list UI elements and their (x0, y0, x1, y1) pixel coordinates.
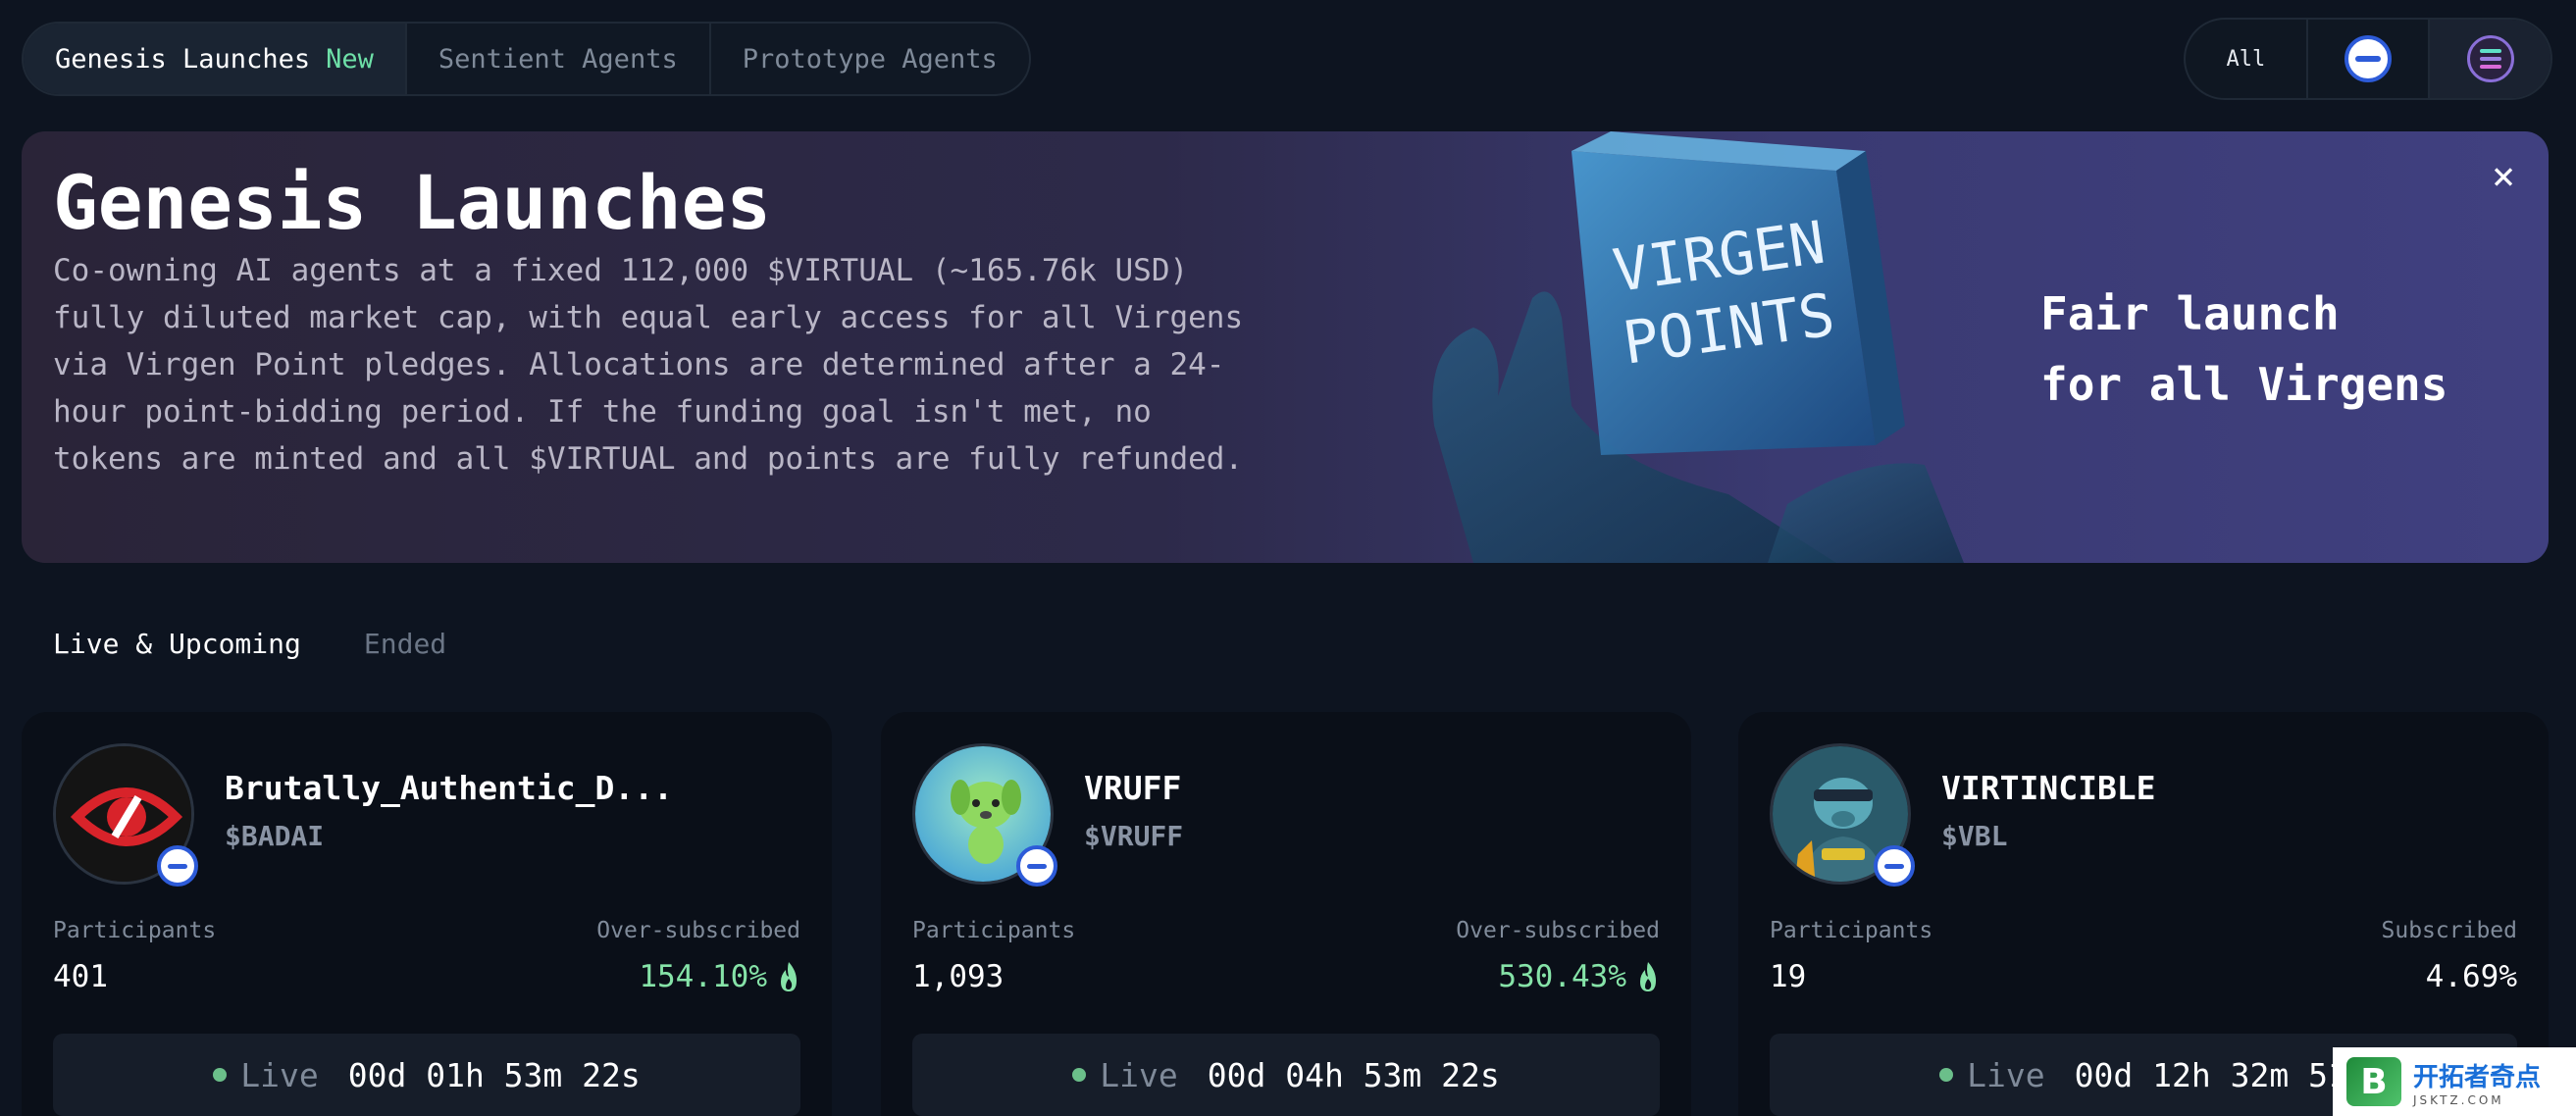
watermark-en: JSKTZ.COM (2413, 1092, 2504, 1107)
agent-avatar-wrap (1770, 743, 1915, 887)
subscription-label: Over-subscribed (596, 918, 800, 943)
site-watermark: B 开拓者奇点 JSKTZ.COM (2333, 1047, 2576, 1116)
participants-label: Participants (912, 918, 1076, 943)
base-chain-icon (157, 845, 198, 887)
solana-chain-icon (2466, 35, 2514, 82)
live-status-label: Live (240, 1055, 319, 1094)
live-dot-icon (213, 1068, 228, 1082)
hero-tagline-line1: Fair launch (2040, 287, 2340, 340)
base-chain-icon (2344, 35, 2392, 82)
tab-ended[interactable]: Ended (364, 628, 446, 660)
tab-prototype-agents[interactable]: Prototype Agents (711, 24, 1029, 94)
subscription-label: Over-subscribed (1456, 918, 1660, 943)
flame-icon (781, 962, 797, 991)
live-status: Live (213, 1055, 319, 1094)
countdown-timer: 00d 12h 32m 51 (2074, 1055, 2347, 1094)
hero-title: Genesis Launches (53, 159, 772, 246)
watermark-text: 开拓者奇点 JSKTZ.COM (2413, 1057, 2541, 1107)
chain-filter: All (2184, 18, 2552, 100)
participants-count: 401 (53, 959, 108, 994)
subscription-value: 530.43% (1498, 959, 1660, 994)
chain-filter-all[interactable]: All (2186, 20, 2308, 98)
live-status-label: Live (1967, 1055, 2045, 1094)
participants-count: 1,093 (912, 959, 1005, 994)
tab-label: Genesis Launches (55, 43, 311, 75)
live-dot-icon (1072, 1068, 1087, 1082)
live-status-label: Live (1100, 1055, 1178, 1094)
launch-card[interactable]: Brutally_Authentic_D... $BADAI Participa… (22, 712, 832, 1116)
base-chain-icon (1016, 845, 1057, 887)
tab-label: Sentient Agents (438, 43, 678, 75)
launch-card[interactable]: VRUFF $VRUFF Participants 1,093 Over-sub… (881, 712, 1691, 1116)
subscription-label: Subscribed (2381, 918, 2517, 943)
launch-status-tabs: Live & Upcoming Ended (53, 628, 446, 660)
watermark-cn: 开拓者奇点 (2413, 1062, 2542, 1092)
tab-live-upcoming[interactable]: Live & Upcoming (53, 628, 301, 660)
watermark-logo-icon: B (2346, 1057, 2401, 1106)
countdown-box: Live 00d 04h 53m 22s (912, 1034, 1660, 1116)
top-tab-bar: Genesis Launches New Sentient Agents Pro… (22, 22, 1031, 96)
hero-tagline-line2: for all Virgens (2040, 358, 2448, 411)
participants-label: Participants (1770, 918, 1933, 943)
tab-label: Prototype Agents (742, 43, 998, 75)
subscription-value: 4.69% (2426, 959, 2517, 994)
chain-filter-solana[interactable] (2430, 20, 2550, 98)
chain-filter-base[interactable] (2308, 20, 2431, 98)
base-chain-icon (1874, 845, 1915, 887)
countdown-timer: 00d 01h 53m 22s (347, 1055, 641, 1094)
agent-ticker: $BADAI (225, 820, 325, 852)
app-root: Genesis Launches New Sentient Agents Pro… (0, 0, 2576, 1116)
live-status: Live (1939, 1055, 2045, 1094)
agent-avatar-wrap (912, 743, 1057, 887)
subscription-percent: 154.10% (639, 959, 767, 994)
flame-icon (1640, 962, 1656, 991)
participants-label: Participants (53, 918, 217, 943)
agent-ticker: $VRUFF (1084, 820, 1184, 852)
hero-banner: Genesis Launches Co-owning AI agents at … (22, 131, 2549, 563)
hero-tagline: Fair launch for all Virgens (2040, 279, 2492, 420)
agent-ticker: $VBL (1941, 820, 2008, 852)
hero-description: Co-owning AI agents at a fixed 112,000 $… (53, 253, 1244, 477)
tab-genesis-launches[interactable]: Genesis Launches New (24, 24, 407, 94)
agent-name: VIRTINCIBLE (1941, 769, 2156, 807)
subscription-value: 154.10% (639, 959, 800, 994)
agent-name: Brutally_Authentic_D... (225, 769, 673, 807)
virgen-points-cube-illustration: VIRGEN POINTS (1432, 131, 1964, 563)
live-dot-icon (1939, 1068, 1954, 1082)
chain-filter-all-label: All (2226, 46, 2266, 72)
countdown-box: Live 00d 01h 53m 22s (53, 1034, 800, 1116)
live-status: Live (1072, 1055, 1178, 1094)
close-icon[interactable]: × (2484, 157, 2523, 196)
participants-count: 19 (1770, 959, 1807, 994)
agent-name: VRUFF (1084, 769, 1182, 807)
subscription-percent: 530.43% (1498, 959, 1626, 994)
tab-sentient-agents[interactable]: Sentient Agents (407, 24, 711, 94)
new-badge: New (326, 43, 374, 75)
countdown-timer: 00d 04h 53m 22s (1207, 1055, 1500, 1094)
agent-avatar-wrap (53, 743, 198, 887)
subscription-percent: 4.69% (2425, 959, 2517, 994)
